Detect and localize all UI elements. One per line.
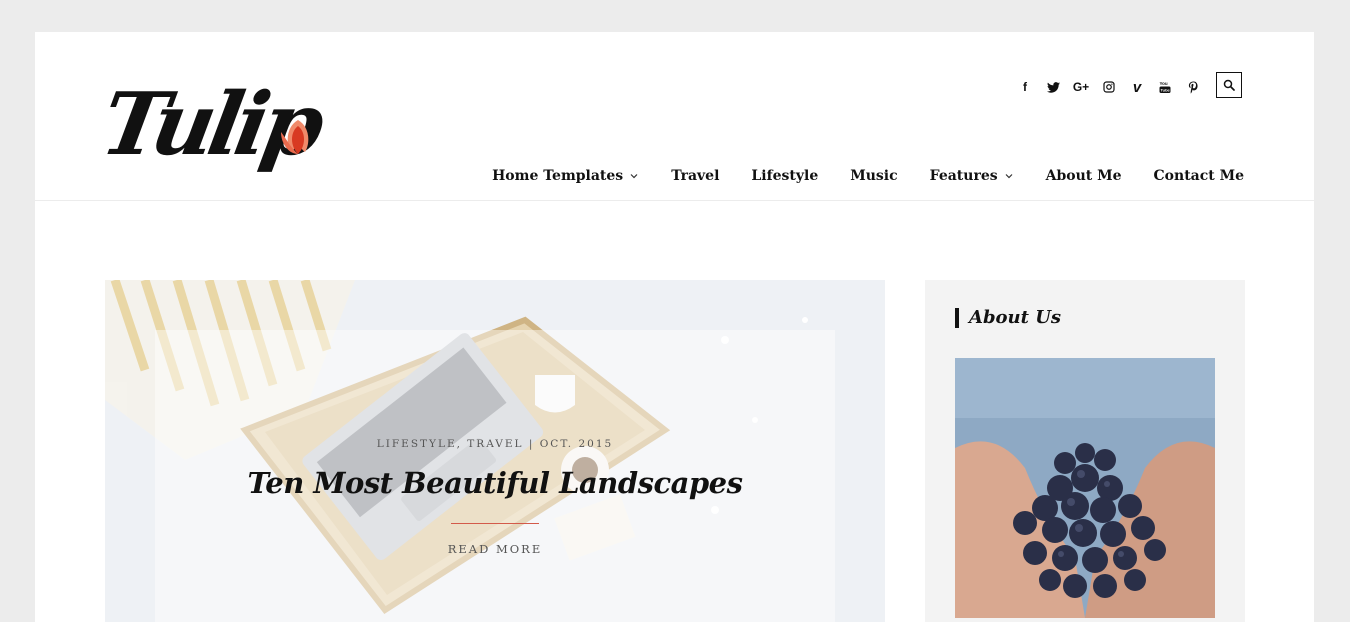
nav-item-label: Travel bbox=[671, 168, 720, 184]
chevron-down-icon bbox=[1005, 174, 1013, 179]
nav-item-label: Lifestyle bbox=[751, 168, 819, 184]
post-meta[interactable]: LIFESTYLE, TRAVEL | OCT. 2015 bbox=[105, 438, 885, 450]
nav-item-label: Music bbox=[850, 168, 898, 184]
post-title[interactable]: Ten Most Beautiful Landscapes bbox=[105, 466, 885, 500]
featured-post[interactable]: LIFESTYLE, TRAVEL | OCT. 2015 Ten Most B… bbox=[105, 280, 885, 622]
site-header: Tulip f G+ v You Tube Home Templates Tra… bbox=[35, 32, 1314, 201]
social-icons: f G+ v You Tube bbox=[1011, 77, 1207, 97]
nav-item-label: Features bbox=[929, 168, 998, 184]
nav-item-label: Home Templates bbox=[492, 168, 624, 184]
sidebar: About Us bbox=[925, 280, 1245, 622]
nav-item-about-me[interactable]: About Me bbox=[1046, 168, 1122, 184]
nav-item-music[interactable]: Music bbox=[850, 168, 897, 184]
nav-item-label: Contact Me bbox=[1153, 168, 1244, 184]
search-icon bbox=[1223, 79, 1235, 91]
nav-item-features[interactable]: Features bbox=[930, 168, 1014, 184]
google-plus-icon[interactable]: G+ bbox=[1067, 77, 1095, 97]
tulip-flower-icon bbox=[281, 120, 309, 154]
twitter-icon[interactable] bbox=[1039, 77, 1067, 97]
pinterest-icon[interactable] bbox=[1179, 77, 1207, 97]
nav-item-home-templates[interactable]: Home Templates bbox=[492, 168, 639, 184]
nav-item-label: About Me bbox=[1045, 168, 1122, 184]
svg-text:You: You bbox=[1160, 81, 1168, 86]
widget-title: About Us bbox=[955, 308, 1061, 328]
instagram-icon[interactable] bbox=[1095, 77, 1123, 97]
page-container: Tulip f G+ v You Tube Home Templates Tra… bbox=[35, 32, 1314, 622]
facebook-icon[interactable]: f bbox=[1011, 77, 1039, 97]
vimeo-icon[interactable]: v bbox=[1123, 77, 1151, 97]
chevron-down-icon bbox=[630, 174, 638, 179]
main-nav: Home Templates Travel Lifestyle Music Fe… bbox=[492, 168, 1244, 184]
read-more-link[interactable]: READ MORE bbox=[105, 542, 885, 556]
site-logo[interactable]: Tulip bbox=[94, 70, 326, 195]
search-button[interactable] bbox=[1216, 72, 1242, 98]
nav-item-contact-me[interactable]: Contact Me bbox=[1154, 168, 1244, 184]
youtube-icon[interactable]: You Tube bbox=[1151, 77, 1179, 97]
title-divider bbox=[451, 523, 539, 524]
svg-text:Tube: Tube bbox=[1161, 88, 1171, 93]
about-image bbox=[955, 358, 1215, 618]
nav-item-travel[interactable]: Travel bbox=[671, 168, 719, 184]
nav-item-lifestyle[interactable]: Lifestyle bbox=[751, 168, 818, 184]
